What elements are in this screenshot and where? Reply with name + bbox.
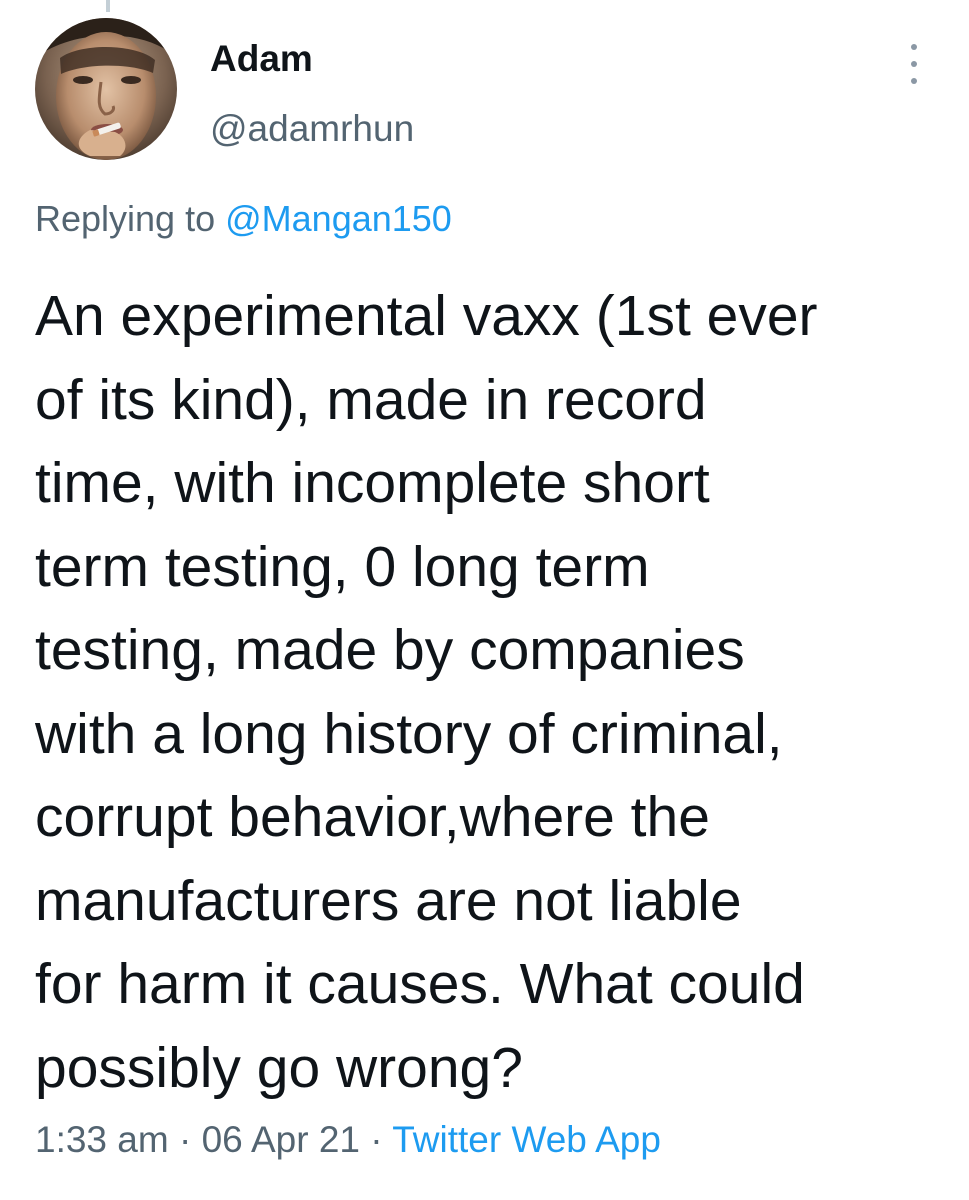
replying-to: Replying to @Mangan150	[35, 196, 452, 242]
tweet-date[interactable]: 06 Apr 21	[202, 1119, 360, 1160]
author-name[interactable]: Adam	[210, 36, 313, 82]
meta-separator: ·	[370, 1119, 383, 1160]
tweet-text-line: for harm it causes. What could	[35, 952, 805, 1016]
tweet-time[interactable]: 1:33 am	[35, 1119, 169, 1160]
tweet-source-link[interactable]: Twitter Web App	[392, 1119, 661, 1160]
tweet-meta: 1:33 am · 06 Apr 21 · Twitter Web App	[35, 1116, 661, 1164]
more-vertical-icon[interactable]	[902, 44, 926, 84]
tweet-text-line: possibly go wrong?	[35, 1035, 523, 1100]
thread-connector-line	[106, 0, 110, 12]
avatar[interactable]	[35, 18, 177, 160]
tweet-text-line: with a long history of criminal,	[35, 701, 783, 766]
meta-separator: ·	[178, 1119, 192, 1160]
tweet-text-line: testing, made by companies	[35, 618, 745, 682]
more-dot	[911, 61, 917, 67]
profile-photo-icon	[35, 18, 177, 160]
more-dot	[911, 78, 917, 84]
tweet-text-line: An experimental vaxx (1st ever	[35, 284, 818, 348]
tweet-text-line: manufacturers are not liable	[35, 868, 742, 933]
more-dot	[911, 44, 917, 50]
tweet-text-line: term testing, 0 long term	[35, 534, 650, 599]
tweet-text: An experimental vaxx (1st ever of its ki…	[35, 275, 945, 1110]
replying-to-label: Replying to	[35, 198, 216, 239]
tweet-text-line: time, with incomplete short	[35, 451, 710, 515]
tweet-text-line: of its kind), made in record	[35, 367, 707, 432]
tweet-text-line: corrupt behavior,where the	[35, 785, 710, 849]
author-handle[interactable]: @adamrhun	[210, 106, 414, 152]
reply-mention-link[interactable]: @Mangan150	[225, 198, 452, 239]
